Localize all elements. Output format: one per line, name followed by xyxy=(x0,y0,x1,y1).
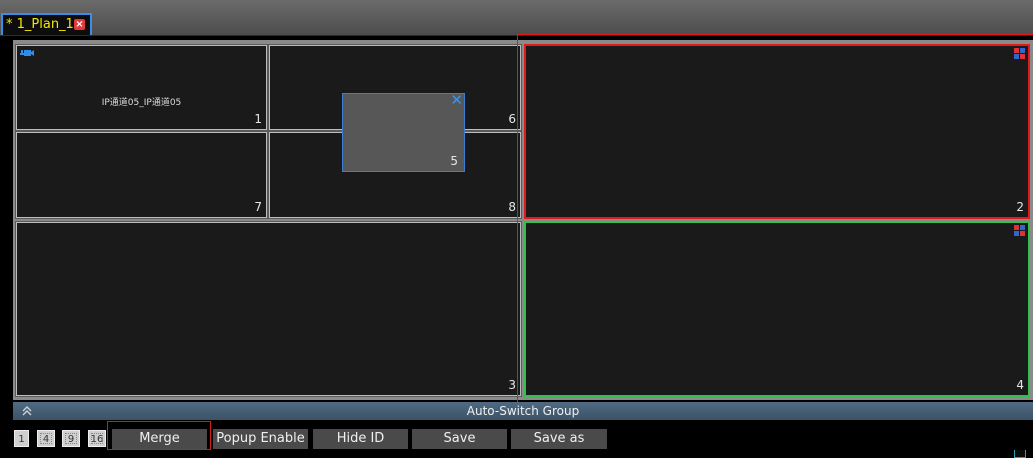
double-chevron-up-icon[interactable] xyxy=(20,404,34,418)
wall-cell-1[interactable]: IP通道05_IP通道05 1 xyxy=(15,44,268,131)
cell-channel-title: IP通道05_IP通道05 xyxy=(101,98,182,108)
layout-1-button[interactable]: 1 xyxy=(14,430,29,447)
layout-label: 16 xyxy=(90,434,104,445)
cell-id: 7 xyxy=(254,200,262,214)
save-button[interactable]: Save xyxy=(412,429,507,449)
video-wall: IP通道05_IP通道05 1 6 7 8 2 3 < 4 xyxy=(13,40,1033,458)
popup-enable-button[interactable]: Popup Enable xyxy=(213,429,308,449)
layout-label: 1 xyxy=(18,434,25,445)
layout-label: 4 xyxy=(42,434,50,445)
cell-id: 3 xyxy=(508,378,516,392)
layout-9-button[interactable]: 9 xyxy=(62,430,80,447)
wall-cell-7[interactable]: 7 xyxy=(15,131,268,219)
flag-icon xyxy=(1014,48,1025,59)
flag-icon xyxy=(1014,225,1025,236)
plan-tab[interactable]: * 1_Plan_1 × xyxy=(1,13,92,35)
wall-cell-4[interactable]: < 4 xyxy=(524,221,1030,458)
camera-icon xyxy=(20,50,34,56)
bottom-toolbar: 1 4 9 16 Merge Popup Enable Hide ID Save… xyxy=(0,420,1033,450)
close-tab-icon[interactable]: × xyxy=(74,19,85,30)
overlay-window-5[interactable]: ✕ 5 xyxy=(342,93,465,172)
overlay-id: 5 xyxy=(450,154,458,168)
auto-switch-label: Auto-Switch Group xyxy=(466,404,580,418)
cell-id: 8 xyxy=(508,200,516,214)
tab-bar: * 1_Plan_1 × xyxy=(0,0,1033,36)
auto-switch-bar[interactable]: Auto-Switch Group xyxy=(13,402,1033,420)
wall-cell-3[interactable]: 3 xyxy=(15,221,522,397)
cell-id: 1 xyxy=(254,112,262,126)
close-overlay-icon[interactable]: ✕ xyxy=(450,93,463,108)
layout-16-button[interactable]: 16 xyxy=(88,430,106,447)
cell-id: 6 xyxy=(508,112,516,126)
merge-button[interactable]: Merge xyxy=(112,429,207,449)
hide-id-button[interactable]: Hide ID xyxy=(313,429,408,449)
cell-id: 2 xyxy=(1016,200,1024,214)
plan-tab-title: * 1_Plan_1 xyxy=(6,17,74,32)
wall-cell-2[interactable]: 2 xyxy=(524,44,1030,219)
save-as-button[interactable]: Save as xyxy=(511,429,607,449)
cell-id: 4 xyxy=(1016,378,1024,392)
layout-label: 9 xyxy=(67,434,75,445)
layout-4-button[interactable]: 4 xyxy=(37,430,55,447)
